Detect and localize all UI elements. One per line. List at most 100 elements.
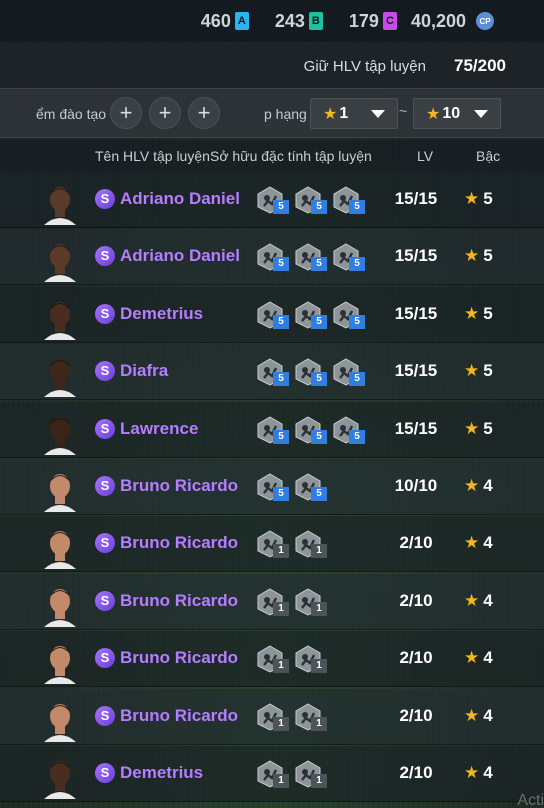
- dribble-icon[interactable]: 1: [256, 645, 294, 675]
- rank-from-select[interactable]: ★ 1: [310, 98, 398, 129]
- coach-level: 15/15: [394, 303, 438, 323]
- star-icon: ★: [464, 533, 480, 553]
- currency-bar: 460 A 243 B 179 C 40,200 CP: [0, 0, 544, 42]
- tackle-icon[interactable]: 5: [256, 473, 294, 503]
- trait-level-badge: 5: [349, 314, 365, 329]
- currency-cp-value: 40,200: [410, 10, 466, 31]
- coach-row[interactable]: S Adriano Daniel 5 5 5 15/15 ★ 5: [0, 172, 544, 228]
- coach-row[interactable]: S Bruno Ricardo 1 1 2/10 ★ 4: [0, 631, 544, 688]
- sprint-icon[interactable]: 1: [294, 760, 332, 790]
- coach-level: 2/10: [399, 533, 433, 553]
- training-point-label: ểm đào tạo: [36, 106, 107, 122]
- strength-icon[interactable]: 5: [256, 301, 294, 331]
- rank-label: p hạng: [264, 106, 307, 122]
- coach-row[interactable]: S Demetrius 5 5 5 15/15 ★ 5: [0, 286, 544, 343]
- trait-level-badge: 1: [311, 716, 327, 731]
- coach-grade: ★ 5: [464, 246, 493, 266]
- coach-row[interactable]: S Adriano Daniel 5 5 5 15/15 ★ 5: [0, 229, 544, 286]
- coach-row[interactable]: S Bruno Ricardo 5 5 10/10 ★ 4: [0, 459, 544, 515]
- jump-icon[interactable]: 5: [332, 416, 370, 446]
- strength-icon[interactable]: 1: [294, 703, 332, 733]
- coach-grade: ★ 5: [464, 361, 493, 381]
- column-header: Tên HLV tập luyện Sở hữu đặc tính tập lu…: [0, 140, 544, 172]
- jump-icon[interactable]: 5: [332, 301, 370, 331]
- coach-avatar: [40, 468, 80, 512]
- star-icon: ★: [464, 189, 480, 208]
- coach-row[interactable]: S Bruno Ricardo 1 1 2/10 ★ 4: [0, 516, 544, 573]
- coach-level: 2/10: [399, 590, 433, 610]
- column-lv-header[interactable]: LV: [417, 148, 433, 164]
- coach-avatar: [40, 698, 80, 742]
- star-icon: ★: [464, 418, 480, 438]
- jump-icon[interactable]: 5: [332, 358, 370, 388]
- coach-grade: ★ 5: [464, 419, 493, 439]
- rank-from-value: 1: [339, 104, 349, 122]
- coach-row[interactable]: S Demetrius 1 1 2/10 ★ 4: [0, 746, 544, 802]
- add-training-slot-button-2[interactable]: +: [149, 97, 181, 129]
- strength-icon[interactable]: 1: [294, 530, 332, 560]
- header-icon[interactable]: 5: [332, 243, 370, 273]
- star-icon: ★: [464, 590, 480, 610]
- special-class-icon: S: [95, 590, 115, 611]
- ball-control-icon[interactable]: 1: [256, 760, 294, 790]
- tackle-icon[interactable]: 1: [256, 588, 294, 618]
- stamina-icon[interactable]: 5: [294, 358, 332, 388]
- strength-icon[interactable]: 5: [256, 358, 294, 388]
- special-class-icon: S: [95, 763, 115, 783]
- hold-coach-bar: Giữ HLV tập luyện 75/200: [0, 44, 544, 88]
- ball-control-icon[interactable]: 5: [256, 186, 294, 216]
- trait-level-badge: 5: [273, 372, 289, 387]
- special-class-icon: S: [95, 705, 115, 726]
- strength-icon[interactable]: 1: [294, 645, 332, 675]
- add-training-slot-button-3[interactable]: +: [188, 97, 220, 129]
- coach-row[interactable]: S Diafra 5 5 5 15/15 ★ 5: [0, 344, 544, 401]
- special-class-icon: S: [95, 533, 115, 554]
- star-icon: ★: [464, 361, 480, 381]
- dribble-icon[interactable]: 5: [294, 186, 332, 216]
- coach-traits: 5 5 5: [256, 358, 370, 388]
- add-training-slot-button-1[interactable]: +: [110, 97, 142, 129]
- chevron-down-icon: [371, 110, 385, 118]
- stamina-icon[interactable]: 5: [294, 301, 332, 331]
- coach-name: Lawrence: [120, 418, 199, 438]
- dribble-icon[interactable]: 5: [294, 243, 332, 273]
- coach-level: 2/10: [399, 648, 433, 668]
- coach-traits: 11: [256, 703, 332, 733]
- dribble-icon[interactable]: 1: [256, 703, 294, 733]
- star-icon: ★: [464, 763, 480, 782]
- strength-icon[interactable]: 1: [294, 588, 332, 618]
- coach-grade: ★ 4: [464, 533, 493, 553]
- star-icon: ★: [464, 246, 480, 266]
- star-icon: ★: [464, 476, 480, 495]
- column-name-header[interactable]: Tên HLV tập luyện: [95, 148, 210, 164]
- strength-icon[interactable]: 5: [294, 473, 332, 503]
- coach-grade: ★ 4: [464, 591, 493, 611]
- currency-c: 179 C: [349, 11, 397, 32]
- trait-level-badge: 1: [273, 659, 289, 674]
- star-icon: ★: [426, 105, 441, 123]
- column-traits-header[interactable]: Sở hữu đặc tính tập luyện: [210, 148, 372, 164]
- special-class-icon: S: [95, 476, 115, 496]
- tackle-icon[interactable]: 5: [256, 243, 294, 273]
- coach-row[interactable]: S Bruno Ricardo 1 1 2/10 ★ 4: [0, 573, 544, 630]
- coach-avatar: [40, 755, 80, 799]
- special-class-icon: S: [95, 648, 115, 669]
- trait-level-badge: 5: [273, 200, 289, 214]
- rank-to-select[interactable]: ★ 10: [413, 98, 501, 129]
- passing-icon[interactable]: 5: [294, 416, 332, 446]
- special-class-icon: S: [95, 246, 115, 267]
- special-class-icon: S: [95, 361, 115, 382]
- coach-avatar: [40, 296, 80, 340]
- trait-level-badge: 5: [273, 257, 289, 272]
- sprint-icon[interactable]: 5: [332, 186, 370, 216]
- column-grade-header[interactable]: Bậc: [476, 148, 500, 164]
- coach-row[interactable]: S Bruno Ricardo 1 1 2/10 ★ 4: [0, 688, 544, 745]
- coach-grade: ★ 5: [464, 189, 493, 209]
- tackle-icon[interactable]: 1: [256, 530, 294, 560]
- coach-grade: ★ 4: [464, 648, 493, 668]
- coach-name: Demetrius: [120, 763, 204, 782]
- special-class-icon: S: [95, 418, 115, 439]
- shooting-icon[interactable]: 5: [256, 416, 294, 446]
- coach-row[interactable]: S Lawrence 5 5 5 15/15 ★ 5: [0, 401, 544, 458]
- rank-separator: ~: [399, 103, 408, 119]
